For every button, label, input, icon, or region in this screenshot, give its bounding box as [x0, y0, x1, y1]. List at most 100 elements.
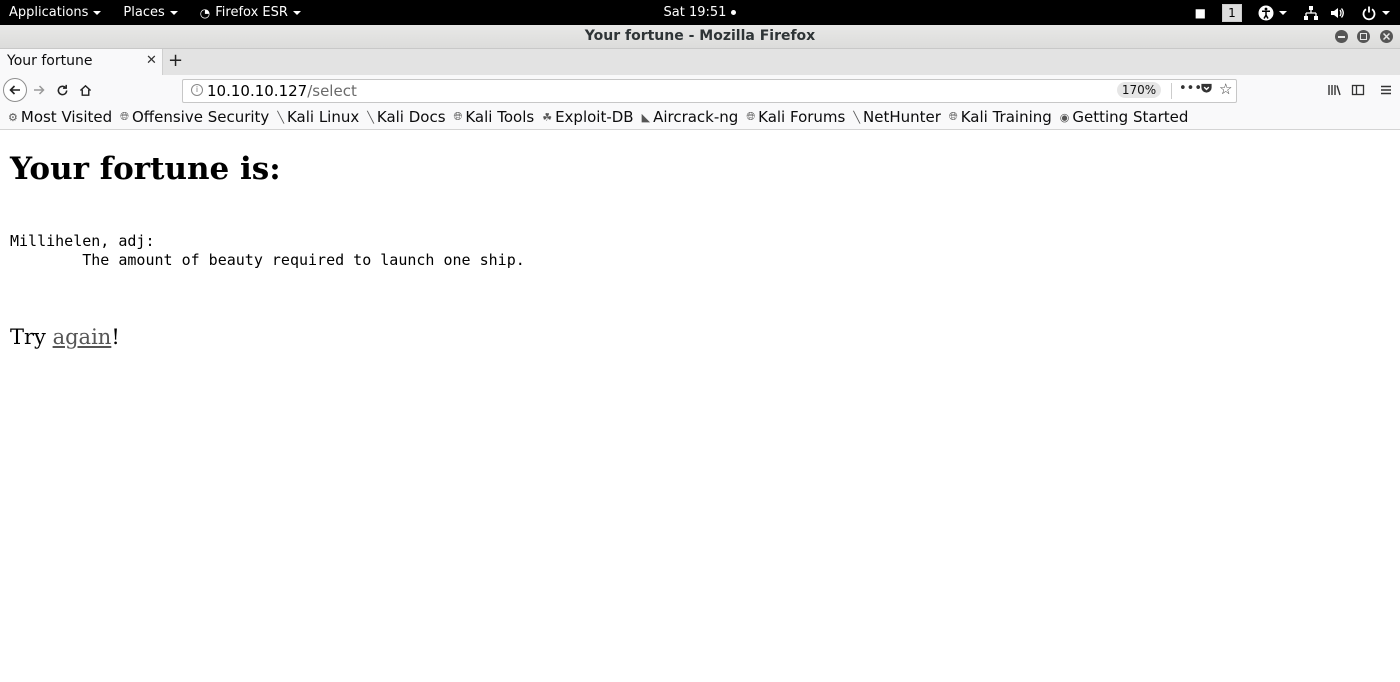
page-heading: Your fortune is:: [10, 151, 281, 187]
url-host: 10.10.10.127: [207, 82, 308, 100]
firefox-icon: ◔: [199, 5, 211, 20]
globe-icon: 🌐︎: [453, 110, 463, 123]
bookmark-label: Kali Tools: [465, 108, 535, 126]
bookmark-kali-training[interactable]: 🌐︎ Kali Training: [949, 108, 1052, 126]
gear-icon: ⚙: [8, 110, 18, 124]
try-prefix: Try: [10, 325, 53, 349]
reload-button[interactable]: [54, 82, 70, 98]
window-title: Your fortune - Mozilla Firefox: [584, 28, 816, 44]
bookmark-label: Kali Linux: [286, 108, 360, 126]
reload-icon: [57, 84, 67, 95]
workspace-indicator[interactable]: 1: [1222, 3, 1242, 22]
kali-icon: ╲: [277, 110, 284, 124]
open-menu-button[interactable]: [1378, 82, 1394, 98]
caret-down-icon: [169, 10, 178, 15]
kali-icon: ╲: [853, 110, 860, 124]
url-separator: [1171, 83, 1172, 99]
page-actions-icon[interactable]: •••: [1179, 81, 1202, 96]
library-icon: [1328, 85, 1341, 96]
bookmark-aircrack-ng[interactable]: ◣ Aircrack-ng: [642, 108, 739, 126]
bookmark-label: Getting Started: [1072, 108, 1189, 126]
close-window-button[interactable]: [1380, 30, 1393, 43]
maximize-icon: [1360, 33, 1367, 40]
kali-icon: ╲: [367, 110, 374, 124]
try-suffix: !: [111, 325, 120, 349]
bookmark-label: Most Visited: [20, 108, 113, 126]
navigation-toolbar: i 10.10.10.127/select 170% ••• ☆: [0, 75, 1400, 105]
sidebar-button[interactable]: [1350, 82, 1366, 98]
places-menu[interactable]: Places: [123, 5, 178, 20]
bookmark-getting-started[interactable]: ◉ Getting Started: [1060, 108, 1189, 126]
bookmark-label: Kali Forums: [758, 108, 846, 126]
globe-icon: 🌐︎: [746, 110, 756, 123]
sidebar-icon: [1351, 84, 1365, 96]
system-top-bar: Applications Places ◔ Firefox ESR Sat 19…: [0, 0, 1400, 25]
tab-your-fortune[interactable]: Your fortune ✕: [0, 49, 163, 75]
bookmark-label: Exploit-DB: [555, 108, 634, 126]
fortune-line-1: Millihelen, adj:: [10, 232, 155, 250]
hamburger-menu-icon: [1381, 85, 1391, 95]
bookmark-most-visited[interactable]: ⚙ Most Visited: [8, 108, 112, 126]
bookmark-kali-tools[interactable]: 🌐︎ Kali Tools: [454, 108, 535, 126]
bookmark-label: Offensive Security: [131, 108, 270, 126]
aircrack-icon: ◣: [641, 110, 651, 124]
close-tab-icon[interactable]: ✕: [146, 53, 157, 68]
url-bar[interactable]: i 10.10.10.127/select 170% ••• ☆: [182, 79, 1237, 103]
back-arrow-icon: [9, 85, 20, 95]
firefox-icon: ◉: [1059, 110, 1070, 124]
volume-icon[interactable]: [1329, 5, 1345, 21]
url-path: /select: [307, 82, 357, 100]
bookmark-star-icon[interactable]: ☆: [1219, 80, 1232, 98]
page-content: Your fortune is: Millihelen, adj: The am…: [0, 130, 1400, 682]
bookmark-nethunter[interactable]: ╲ NetHunter: [853, 108, 941, 126]
globe-icon: 🌐︎: [948, 110, 958, 123]
try-again-line: Try again!: [10, 325, 120, 349]
notification-dot-icon: [731, 10, 737, 15]
forward-arrow-icon: [34, 85, 45, 95]
bookmark-kali-linux[interactable]: ╲ Kali Linux: [277, 108, 359, 126]
caret-down-icon: [1382, 10, 1390, 15]
window-title-bar[interactable]: Your fortune - Mozilla Firefox: [0, 25, 1400, 49]
fortune-line-2: The amount of beauty required to launch …: [10, 251, 525, 269]
video-icon[interactable]: ■: [1195, 6, 1206, 20]
site-info-icon[interactable]: i: [191, 84, 203, 96]
bookmark-label: Aircrack-ng: [653, 108, 739, 126]
bookmark-label: NetHunter: [863, 108, 941, 126]
new-tab-button[interactable]: +: [168, 50, 183, 71]
back-button[interactable]: [3, 78, 27, 102]
network-icon[interactable]: [1303, 5, 1319, 21]
clock[interactable]: Sat 19:51: [664, 5, 727, 20]
power-icon[interactable]: [1361, 5, 1390, 21]
exploitdb-icon: ☘: [542, 110, 553, 124]
home-button[interactable]: [77, 82, 93, 98]
caret-down-icon: [93, 10, 102, 15]
minimize-icon: [1338, 35, 1345, 38]
caret-down-icon: [292, 10, 301, 15]
url-text[interactable]: 10.10.10.127/select: [207, 82, 357, 100]
fortune-text: Millihelen, adj: The amount of beauty re…: [10, 232, 525, 270]
firefox-menu-label: Firefox ESR: [215, 5, 288, 20]
bookmark-label: Kali Training: [960, 108, 1052, 126]
minimize-button[interactable]: [1335, 30, 1348, 43]
firefox-app-menu[interactable]: ◔ Firefox ESR: [200, 5, 301, 20]
bookmark-kali-forums[interactable]: 🌐︎ Kali Forums: [746, 108, 845, 126]
bookmark-offensive-security[interactable]: 🌐︎ Offensive Security: [120, 108, 269, 126]
zoom-level-button[interactable]: 170%: [1117, 82, 1161, 98]
pocket-icon[interactable]: [1200, 82, 1213, 99]
bookmark-kali-docs[interactable]: ╲ Kali Docs: [367, 108, 445, 126]
tab-strip: Your fortune ✕ +: [0, 49, 1400, 75]
caret-down-icon: [1279, 10, 1287, 15]
globe-icon: 🌐︎: [120, 110, 129, 123]
applications-label: Applications: [9, 5, 89, 20]
library-button[interactable]: [1326, 82, 1342, 98]
forward-button[interactable]: [30, 82, 48, 98]
places-label: Places: [123, 5, 165, 20]
again-link[interactable]: again: [53, 325, 112, 349]
tab-label: Your fortune: [7, 53, 93, 69]
maximize-button[interactable]: [1357, 30, 1370, 43]
applications-menu[interactable]: Applications: [9, 5, 102, 20]
accessibility-icon[interactable]: [1258, 5, 1287, 21]
close-icon: [1383, 33, 1390, 40]
bookmark-label: Kali Docs: [376, 108, 446, 126]
bookmark-exploit-db[interactable]: ☘ Exploit-DB: [542, 108, 633, 126]
